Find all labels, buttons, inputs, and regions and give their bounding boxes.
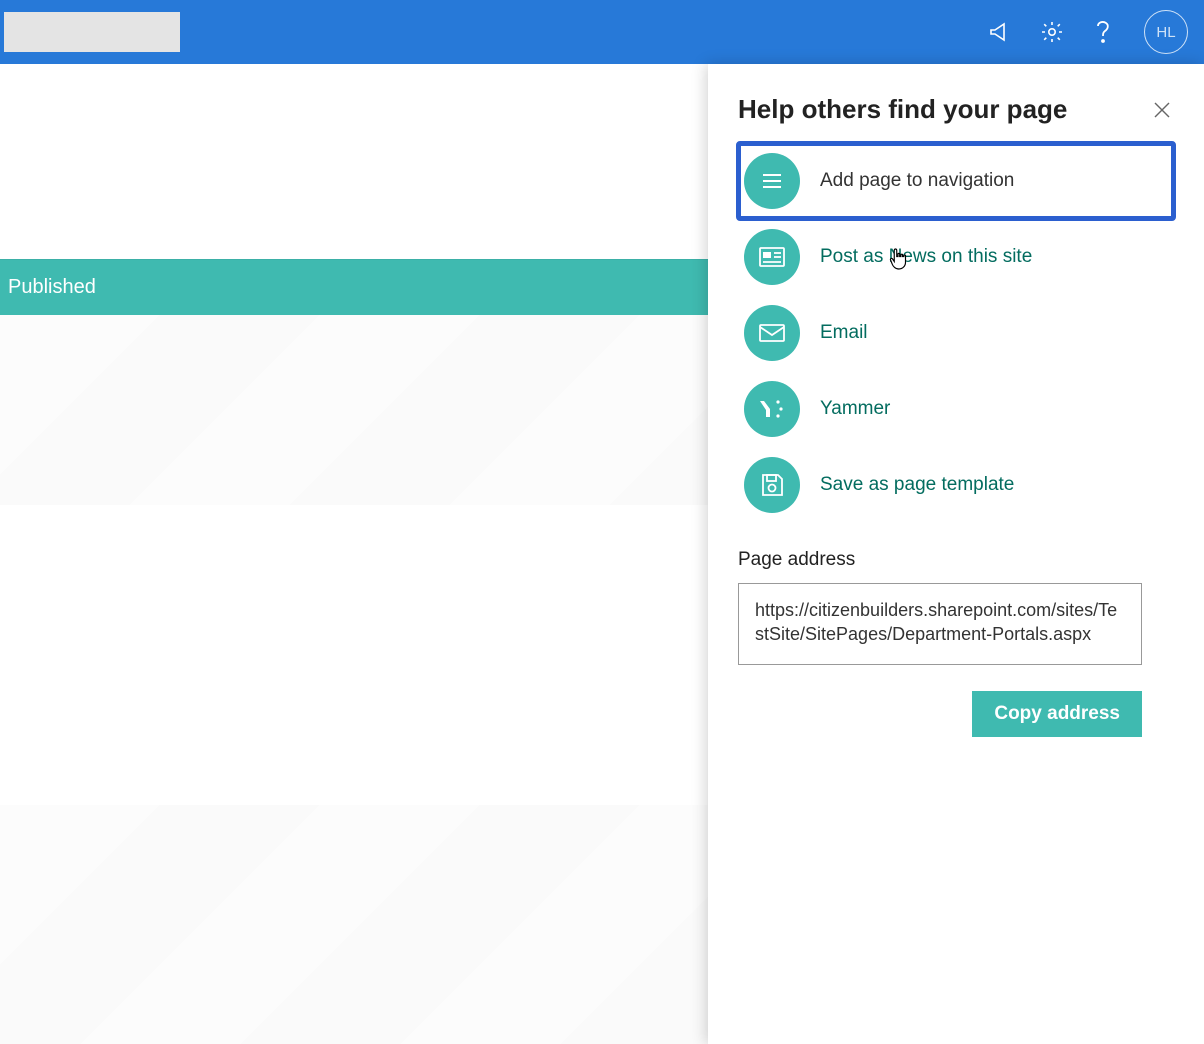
header-left [0, 0, 180, 64]
panel-title: Help others find your page [738, 94, 1067, 125]
avatar[interactable]: HL [1144, 10, 1188, 54]
gear-icon[interactable] [1040, 20, 1064, 44]
news-icon [744, 229, 800, 285]
mail-icon [744, 305, 800, 361]
status-banner: Published [0, 259, 708, 315]
option-label: Save as page template [820, 474, 1014, 496]
help-icon[interactable] [1092, 20, 1116, 44]
status-banner-text: Published [8, 276, 96, 299]
yammer-icon [744, 381, 800, 437]
option-email[interactable]: Email [738, 295, 1174, 371]
option-label: Email [820, 322, 868, 344]
option-label: Post as News on this site [820, 246, 1032, 268]
option-yammer[interactable]: Yammer [738, 371, 1174, 447]
page-background-upper [0, 315, 708, 505]
panel-header: Help others find your page [738, 94, 1174, 125]
help-panel: Help others find your page Add page to n… [708, 64, 1204, 1044]
avatar-initials: HL [1156, 24, 1175, 41]
page-address-label: Page address [738, 549, 1174, 571]
megaphone-icon[interactable] [988, 20, 1012, 44]
page-area: Published [0, 64, 708, 1044]
copy-address-button[interactable]: Copy address [972, 691, 1142, 737]
option-label: Add page to navigation [820, 170, 1014, 192]
header-right: HL [988, 10, 1188, 54]
close-icon[interactable] [1150, 98, 1174, 122]
page-address-field[interactable]: https://citizenbuilders.sharepoint.com/s… [738, 583, 1142, 665]
search-input[interactable] [4, 12, 180, 52]
save-icon [744, 457, 800, 513]
hamburger-icon [744, 153, 800, 209]
option-post-as-news[interactable]: Post as News on this site [738, 219, 1174, 295]
page-background-lower [0, 805, 708, 1044]
option-save-as-template[interactable]: Save as page template [738, 447, 1174, 523]
main: Published Help others find your page [0, 64, 1204, 1044]
option-label: Yammer [820, 398, 890, 420]
option-add-to-navigation[interactable]: Add page to navigation [738, 143, 1174, 219]
app-header: HL [0, 0, 1204, 64]
